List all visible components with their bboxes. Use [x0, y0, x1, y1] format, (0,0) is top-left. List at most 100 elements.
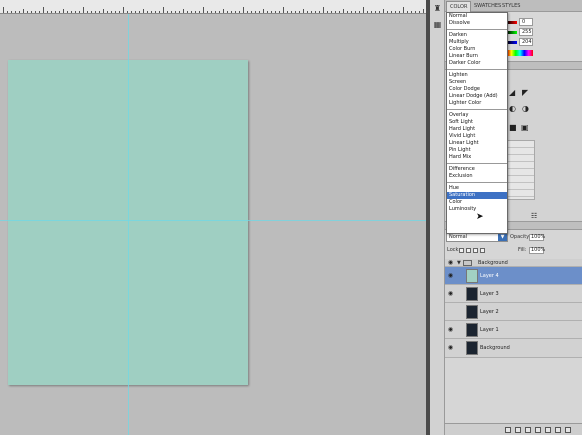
layer-group-row[interactable]: ◉ ▼ Background: [445, 259, 582, 267]
ruler-tick: [179, 11, 180, 13]
eye-icon[interactable]: ◉: [447, 344, 454, 351]
ruler-tick: [151, 11, 152, 13]
horizontal-guide[interactable]: [0, 220, 428, 221]
blend-mode-option[interactable]: Multiply: [447, 39, 507, 46]
ruler-tick: [391, 11, 392, 13]
blend-mode-option[interactable]: Pin Light: [447, 147, 507, 154]
ruler-tick: [271, 11, 272, 13]
ruler-tick: [147, 11, 148, 13]
layer-style-icon[interactable]: [515, 427, 521, 433]
blend-mode-option[interactable]: Darker Color: [447, 60, 507, 67]
new-layer-icon[interactable]: [555, 427, 561, 433]
blend-mode-option[interactable]: Color: [447, 199, 507, 206]
ruler-tick: [59, 11, 60, 13]
lock-transparency-icon[interactable]: [459, 248, 464, 253]
blend-mode-option[interactable]: Dissolve: [447, 20, 507, 27]
blend-mode-option[interactable]: Lighten: [447, 72, 507, 79]
blend-mode-option[interactable]: Overlay: [447, 112, 507, 119]
ruler-tick: [47, 11, 48, 13]
ruler-tick: [263, 9, 264, 13]
eye-icon[interactable]: ◉: [447, 259, 454, 266]
blend-mode-option[interactable]: Hue: [447, 185, 507, 192]
blend-mode-option[interactable]: Normal: [447, 13, 507, 20]
lock-pixels-icon[interactable]: [466, 248, 471, 253]
ruler-tick: [327, 11, 328, 13]
blend-mode-option[interactable]: Linear Burn: [447, 53, 507, 60]
tab-styles[interactable]: STYLES: [499, 1, 523, 12]
layer-thumbnail: [466, 269, 478, 283]
eye-icon[interactable]: ◉: [447, 290, 454, 297]
blend-mode-option[interactable]: Darken: [447, 32, 507, 39]
ruler-tick: [239, 11, 240, 13]
ruler-tick: [283, 7, 284, 13]
green-slider[interactable]: [507, 31, 517, 34]
color-spectrum[interactable]: [507, 50, 533, 56]
trash-icon[interactable]: [565, 427, 571, 433]
opacity-field[interactable]: 100%: [529, 234, 545, 241]
blend-mode-option[interactable]: Color Burn: [447, 46, 507, 53]
blend-mode-option[interactable]: Hard Mix: [447, 154, 507, 161]
blend-mode-option[interactable]: Difference: [447, 166, 507, 173]
canvas-workspace[interactable]: [0, 14, 428, 435]
eye-icon[interactable]: [447, 308, 454, 315]
ruler-tick: [19, 11, 20, 13]
layer-row[interactable]: ◉ Background: [445, 339, 582, 358]
channel-mixer-icon[interactable]: ▣: [521, 124, 529, 132]
lock-all-icon[interactable]: [480, 248, 485, 253]
ruler-tick: [223, 9, 224, 13]
panel-icon-strip: ♜ ▦: [430, 0, 445, 435]
fill-field[interactable]: 100%: [529, 247, 545, 254]
blend-mode-option[interactable]: Linear Light: [447, 140, 507, 147]
brush-preset-icon[interactable]: ▦: [432, 19, 443, 30]
ruler-tick: [167, 11, 168, 13]
red-value[interactable]: 0: [519, 18, 533, 26]
blue-value[interactable]: 204: [519, 38, 533, 46]
ruler-tick: [343, 9, 344, 13]
ruler-tick: [39, 11, 40, 13]
blend-mode-option[interactable]: Linear Dodge (Add): [447, 93, 507, 100]
ruler-tick: [371, 11, 372, 13]
hue-saturation-icon[interactable]: ◐: [509, 105, 516, 113]
layer-name: Layer 3: [480, 291, 499, 297]
blend-mode-option[interactable]: Color Dodge: [447, 86, 507, 93]
layer-row[interactable]: ◉ Layer 4: [445, 267, 582, 285]
ruler-tick: [119, 11, 120, 13]
tab-color[interactable]: COLOR: [446, 1, 472, 12]
red-slider[interactable]: [507, 21, 517, 24]
new-adjustment-layer-icon[interactable]: [535, 427, 541, 433]
black-white-icon[interactable]: ◑: [522, 105, 529, 113]
green-value[interactable]: 255: [519, 28, 533, 36]
photo-filter-icon[interactable]: ■: [509, 124, 517, 132]
layer-row[interactable]: Layer 2: [445, 303, 582, 321]
vertical-guide[interactable]: [128, 14, 129, 435]
new-group-icon[interactable]: [545, 427, 551, 433]
layer-row[interactable]: ◉ Layer 1: [445, 321, 582, 339]
eye-icon[interactable]: ◉: [447, 326, 454, 333]
ruler-tick: [235, 11, 236, 13]
blend-mode-option[interactable]: Lighter Color: [447, 100, 507, 107]
blend-mode-option[interactable]: Screen: [447, 79, 507, 86]
lock-position-icon[interactable]: [473, 248, 478, 253]
layer-row[interactable]: ◉ Layer 3: [445, 285, 582, 303]
curves-icon[interactable]: ◤: [522, 89, 528, 97]
ruler-tick: [195, 11, 196, 13]
disclosure-triangle-icon[interactable]: ▼: [457, 260, 461, 266]
blend-mode-option[interactable]: Exclusion: [447, 173, 507, 180]
blend-mode-option[interactable]: Vivid Light: [447, 133, 507, 140]
ruler-tick: [311, 11, 312, 13]
history-icon[interactable]: ♜: [432, 3, 443, 14]
blue-slider[interactable]: [507, 41, 517, 44]
top-ruler[interactable]: [0, 0, 428, 14]
chevron-down-icon[interactable]: ▼: [498, 234, 507, 241]
blend-mode-option[interactable]: Hard Light: [447, 126, 507, 133]
layer-thumbnail: [466, 287, 478, 301]
add-mask-icon[interactable]: [525, 427, 531, 433]
levels-icon[interactable]: ◢: [509, 89, 515, 97]
adjustment-presets-list[interactable]: [507, 140, 535, 200]
link-layers-icon[interactable]: [505, 427, 511, 433]
ruler-tick: [51, 11, 52, 13]
adjustment-mask-icon[interactable]: ☷: [531, 212, 537, 220]
blend-mode-option[interactable]: Soft Light: [447, 119, 507, 126]
eye-icon[interactable]: ◉: [447, 272, 454, 279]
blend-mode-option[interactable]: Saturation: [447, 192, 507, 199]
